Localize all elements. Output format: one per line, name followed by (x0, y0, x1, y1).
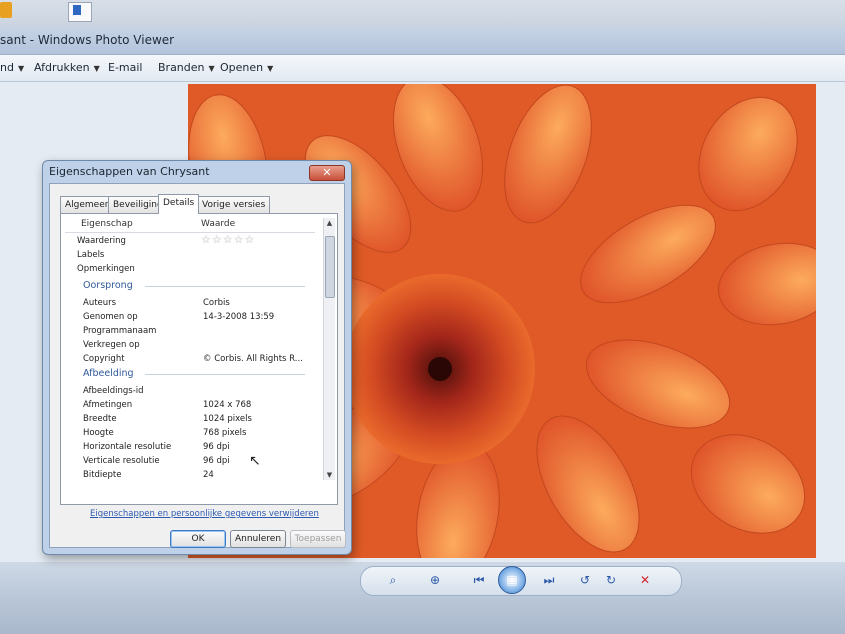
desktop-strip (0, 0, 845, 28)
list-item[interactable]: Verkregen op (61, 338, 321, 352)
tab-vorige-versies[interactable]: Vorige versies (197, 196, 271, 213)
list-item[interactable]: Genomen op 14-3-2008 13:59 (61, 310, 321, 324)
slideshow-icon[interactable]: ▤ (498, 566, 526, 594)
list-item[interactable]: Opmerkingen (61, 262, 321, 276)
list-item[interactable]: Afmetingen 1024 x 768 (61, 398, 321, 412)
list-item[interactable]: Hoogte 768 pixels (61, 426, 321, 440)
fit-window-icon[interactable]: ⊕ (426, 571, 444, 589)
window-title: sant - Windows Photo Viewer (0, 33, 175, 47)
desktop-folder-icon[interactable] (0, 2, 12, 18)
apply-button[interactable]: Toepassen (290, 530, 346, 548)
scroll-thumb[interactable] (325, 236, 335, 298)
mouse-cursor-icon: ↖ (249, 453, 261, 469)
list-item[interactable]: Breedte 1024 pixels (61, 412, 321, 426)
desktop-shortcut-icon[interactable] (68, 2, 92, 22)
previous-icon[interactable]: ⏮ (470, 571, 488, 589)
list-item[interactable]: Waardering ☆☆☆☆☆ (61, 233, 321, 248)
magnifier-icon[interactable]: ⌕ (384, 571, 402, 589)
rating-stars[interactable]: ☆☆☆☆☆ (201, 233, 255, 246)
divider (145, 374, 305, 375)
column-value[interactable]: Waarde (201, 219, 235, 229)
tab-details[interactable]: Details (158, 194, 200, 214)
list-item[interactable]: Programmanaam (61, 324, 321, 338)
remove-properties-link[interactable]: Eigenschappen en persoonlijke gegevens v… (90, 509, 319, 519)
menu-item-branden[interactable]: Branden ▼ (158, 61, 215, 74)
ok-button[interactable]: OK (170, 530, 226, 548)
cancel-button[interactable]: Annuleren (230, 530, 286, 548)
scroll-down-icon[interactable]: ▼ (325, 470, 334, 480)
rotate-left-icon[interactable]: ↺ (576, 571, 594, 589)
list-header: Eigenschap Waarde (65, 218, 315, 233)
group-afbeelding: Afbeelding (83, 368, 134, 379)
list-item[interactable]: Labels (61, 248, 321, 262)
list-item[interactable]: Auteurs Corbis (61, 296, 321, 310)
menu-item-openen[interactable]: Openen ▼ (220, 61, 273, 74)
menu-item-nd[interactable]: nd ▼ (0, 61, 24, 74)
dialog-body: Algemeen Beveiliging Details Vorige vers… (49, 183, 346, 548)
rotate-right-icon[interactable]: ↻ (602, 571, 620, 589)
details-panel: Eigenschap Waarde ▲ ▼ Waardering ☆☆☆☆☆ L… (60, 213, 338, 505)
properties-dialog: Eigenschappen van Chrysant ✕ Algemeen Be… (42, 160, 352, 555)
list-item[interactable]: Horizontale resolutie 96 dpi (61, 440, 321, 454)
list-item[interactable]: Verticale resolutie 96 dpi (61, 454, 321, 468)
menu-item-afdrukken[interactable]: Afdrukken ▼ (34, 61, 100, 74)
list-item[interactable]: Bitdiepte 24 (61, 468, 321, 482)
window-titlebar: sant - Windows Photo Viewer (0, 28, 845, 55)
close-icon[interactable]: ✕ (309, 165, 345, 181)
menubar: nd ▼ Afdrukken ▼ E-mail Branden ▼ Openen ▼ (0, 55, 845, 82)
dialog-title: Eigenschappen van Chrysant (49, 165, 210, 178)
delete-icon[interactable]: ✕ (636, 571, 654, 589)
next-icon[interactable]: ⏭ (540, 571, 558, 589)
group-oorsprong: Oorsprong (83, 280, 133, 291)
scrollbar[interactable]: ▲ ▼ (323, 218, 335, 480)
column-property[interactable]: Eigenschap (81, 219, 133, 229)
screen: sant - Windows Photo Viewer nd ▼ Afdrukke… (0, 0, 845, 634)
list-item[interactable]: Afbeeldings-id (61, 384, 321, 398)
menu-item-email[interactable]: E-mail (108, 61, 143, 74)
list-item[interactable]: Copyright © Corbis. All Rights R... (61, 352, 321, 366)
scroll-up-icon[interactable]: ▲ (325, 218, 334, 228)
divider (145, 286, 305, 287)
